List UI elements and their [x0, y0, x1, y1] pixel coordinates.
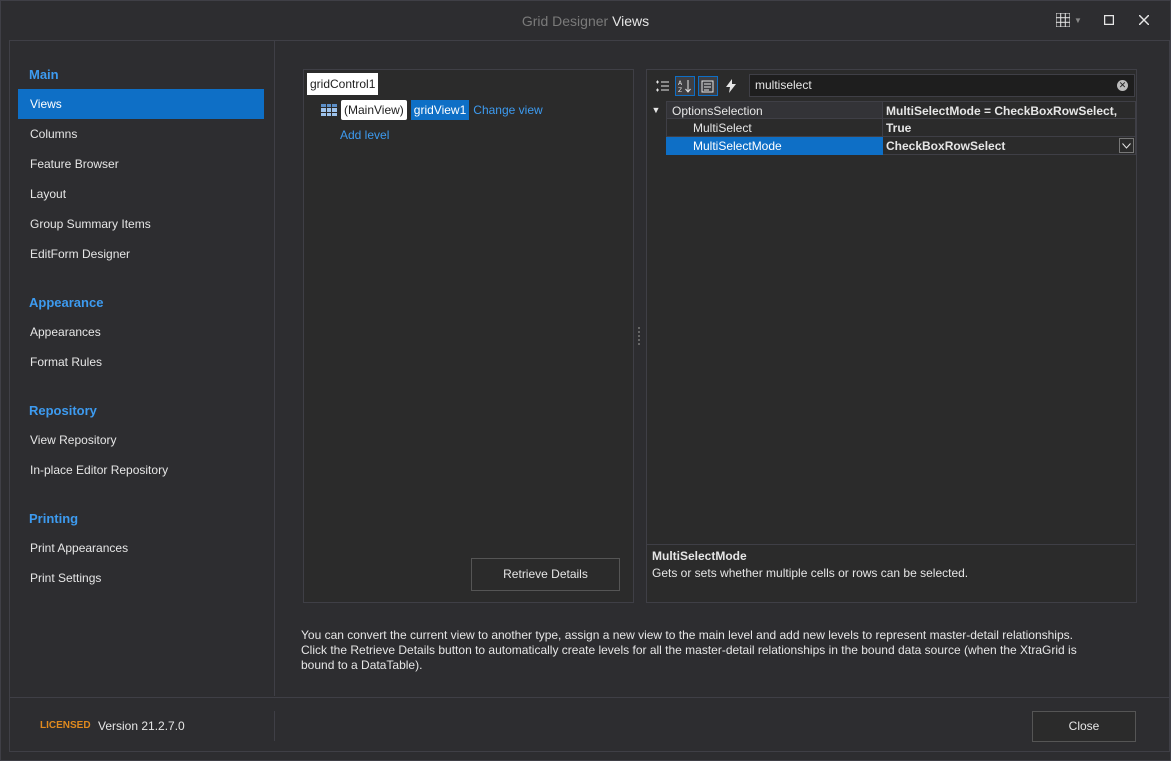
level-designer-panel: gridControl1 (MainView) gridView1 Change… [303, 69, 634, 603]
close-button[interactable]: Close [1032, 711, 1136, 742]
chevron-down-icon: ▼ [1074, 15, 1082, 25]
chevron-down-icon [1122, 142, 1131, 149]
maximize-button[interactable] [1099, 11, 1119, 29]
lightning-icon [726, 79, 736, 93]
property-value: MultiSelectMode = CheckBoxRowSelect, [883, 101, 1136, 119]
properties-icon [701, 80, 714, 93]
navigation-pane: Main Views Columns Feature Browser Layou… [10, 41, 275, 696]
grid-view-name[interactable]: gridView1 [410, 100, 470, 120]
maximize-icon [1104, 15, 1114, 25]
close-icon [1139, 15, 1149, 25]
property-row[interactable]: MultiSelect True [647, 119, 1136, 137]
collapse-chevron-icon[interactable]: ▼ [647, 101, 665, 119]
nav-group-appearance: Appearance [29, 295, 104, 310]
footer-divider [274, 711, 275, 741]
property-row-selected[interactable]: MultiSelectMode CheckBoxRowSelect [647, 137, 1136, 155]
description-title: MultiSelectMode [652, 549, 747, 563]
close-window-button[interactable] [1134, 11, 1154, 29]
retrieve-details-button[interactable]: Retrieve Details [471, 558, 620, 591]
property-name: MultiSelectMode [666, 137, 883, 155]
property-search-input[interactable]: multiselect ✕ [749, 74, 1135, 97]
main-view-node: (MainView) gridView1 Change view [321, 99, 543, 121]
sort-az-icon: A Z [678, 80, 691, 93]
change-view-link[interactable]: Change view [473, 103, 542, 117]
nav-group-printing: Printing [29, 511, 79, 526]
grid-menu-icon [1056, 13, 1071, 27]
footer: LICENSED Version 21.2.7.0 Close [10, 697, 1169, 753]
grid-designer-window: Grid Designer Views ▼ Main Views Columns [0, 0, 1171, 761]
title-bar: Grid Designer Views ▼ [1, 1, 1170, 39]
property-row[interactable]: ▼ OptionsSelection MultiSelectMode = Che… [647, 101, 1136, 119]
nav-item-layout[interactable]: Layout [18, 179, 264, 209]
hint-line: Click the Retrieve Details button to aut… [301, 643, 1077, 657]
property-description-panel: MultiSelectMode Gets or sets whether mul… [647, 544, 1135, 603]
licensed-badge: LICENSED [40, 720, 91, 731]
hint-line: bound to a DataTable). [301, 658, 423, 672]
nav-item-inplace-editor-repository[interactable]: In-place Editor Repository [18, 455, 264, 485]
nav-item-feature-browser[interactable]: Feature Browser [18, 149, 264, 179]
nav-group-main: Main [29, 67, 59, 82]
views-hint-text: You can convert the current view to anot… [301, 628, 1141, 673]
document-name: Views [612, 13, 650, 29]
property-grid-panel: A Z multiselect ✕ ▼ OptionsSelection Mul… [646, 69, 1137, 603]
property-value: CheckBoxRowSelect [886, 139, 1006, 153]
dropdown-button[interactable] [1119, 138, 1134, 153]
svg-text:A: A [678, 80, 683, 87]
property-value: True [883, 119, 1136, 137]
nav-item-print-appearances[interactable]: Print Appearances [18, 533, 264, 563]
description-text: Gets or sets whether multiple cells or r… [652, 566, 969, 580]
events-tab-button[interactable] [721, 76, 741, 96]
property-name: OptionsSelection [666, 101, 883, 119]
property-name: MultiSelect [666, 119, 883, 137]
splitter-handle[interactable] [637, 326, 641, 346]
app-name: Grid Designer [521, 13, 609, 29]
main-view-label: (MainView) [341, 100, 407, 120]
property-search-value: multiselect [755, 78, 812, 92]
property-value-editor[interactable]: CheckBoxRowSelect [883, 137, 1136, 155]
nav-item-columns[interactable]: Columns [18, 119, 264, 149]
nav-item-format-rules[interactable]: Format Rules [18, 347, 264, 377]
nav-item-view-repository[interactable]: View Repository [18, 425, 264, 455]
nav-item-appearances[interactable]: Appearances [18, 317, 264, 347]
properties-tab-button[interactable] [698, 76, 718, 96]
content-area: gridControl1 (MainView) gridView1 Change… [275, 41, 1169, 696]
svg-text:Z: Z [678, 87, 682, 93]
nav-item-print-settings[interactable]: Print Settings [18, 563, 264, 593]
alphabetical-button[interactable]: A Z [675, 76, 695, 96]
clear-search-icon[interactable]: ✕ [1117, 80, 1128, 91]
grid-view-icon [321, 104, 337, 116]
add-level-link[interactable]: Add level [340, 128, 389, 142]
nav-group-repository: Repository [29, 403, 97, 418]
hint-line: You can convert the current view to anot… [301, 628, 1073, 642]
property-grid-toolbar: A Z [652, 74, 744, 98]
version-label: Version 21.2.7.0 [98, 719, 185, 733]
grid-control-node[interactable]: gridControl1 [307, 73, 379, 95]
window-title: Grid Designer Views [1, 13, 1170, 29]
categorized-button[interactable] [652, 76, 672, 96]
designer-body: Main Views Columns Feature Browser Layou… [9, 40, 1170, 752]
nav-item-editform-designer[interactable]: EditForm Designer [18, 239, 264, 269]
nav-item-group-summary-items[interactable]: Group Summary Items [18, 209, 264, 239]
categorized-icon [655, 80, 669, 91]
nav-item-views[interactable]: Views [18, 89, 264, 119]
skin-selector-button[interactable]: ▼ [1053, 11, 1085, 29]
